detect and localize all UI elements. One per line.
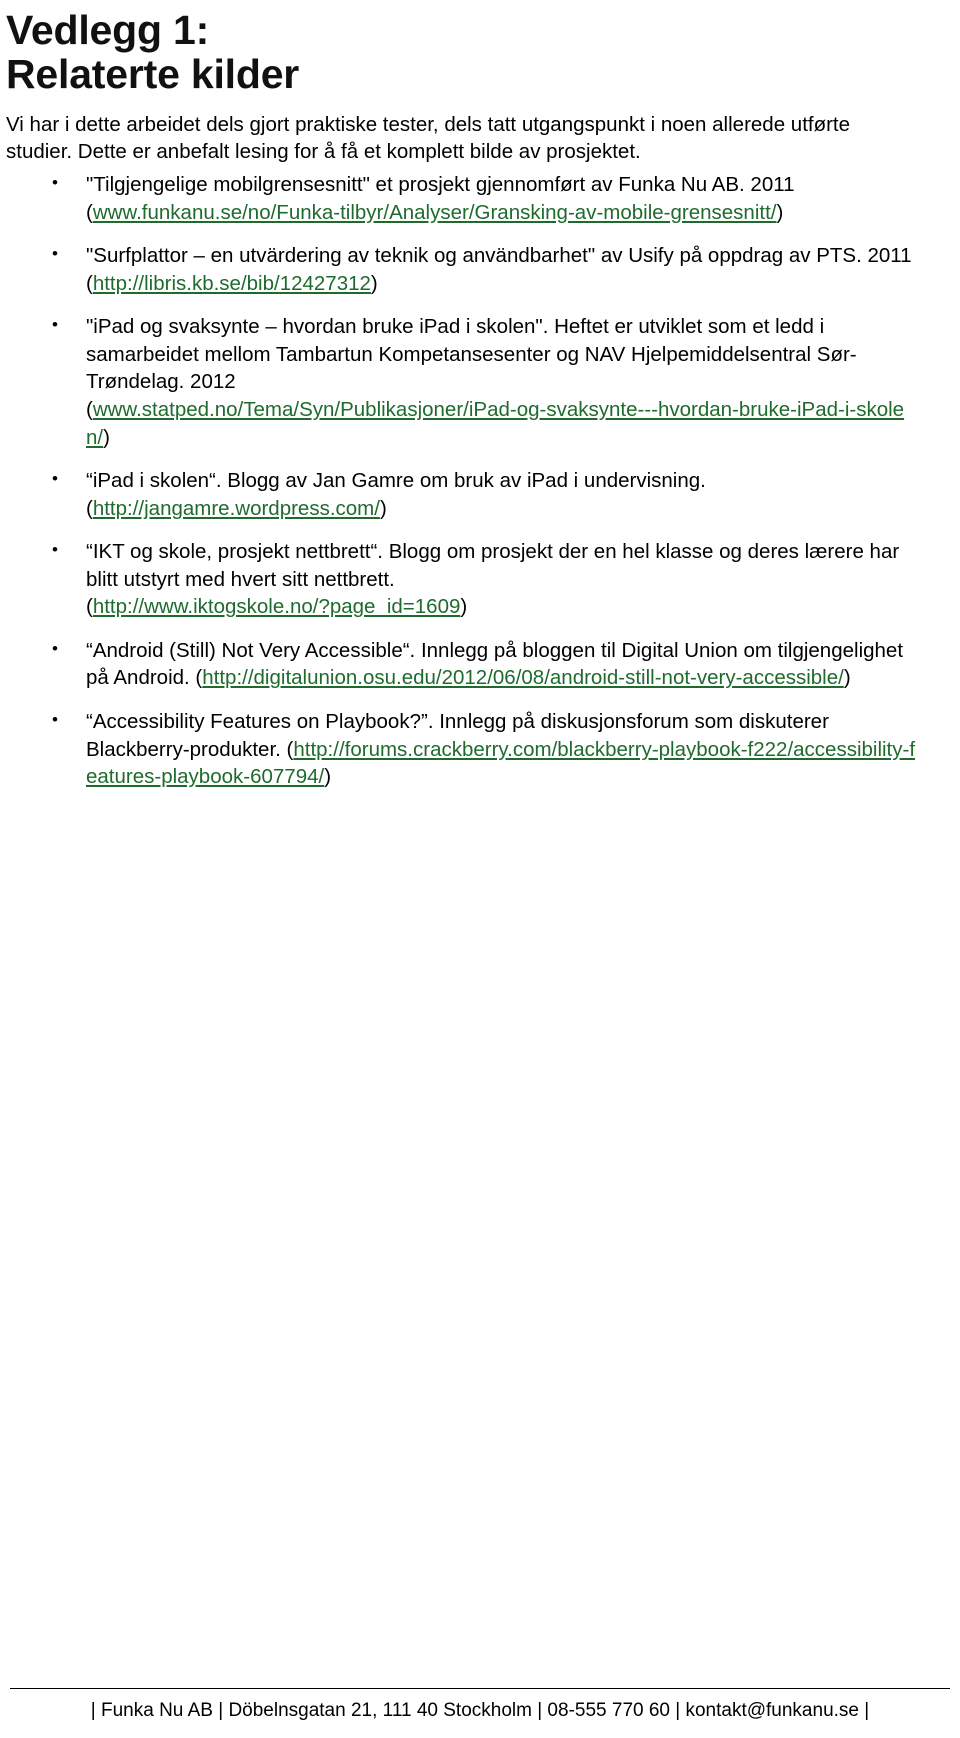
open-paren: ( [86, 496, 93, 520]
open-paren: ( [86, 200, 93, 224]
close-paren: ) [776, 200, 784, 224]
list-item: "Tilgjengelige mobilgrensesnitt" et pros… [6, 170, 920, 226]
close-paren: ) [103, 425, 110, 449]
list-item: "iPad og svaksynte – hvordan bruke iPad … [6, 312, 920, 451]
document-content: Vedlegg 1: Relaterte kilder Vi har i det… [0, 0, 960, 791]
source-link[interactable]: http://digitalunion.osu.edu/2012/06/08/a… [202, 666, 844, 689]
footer-contact-info: | Funka Nu AB | Döbelnsgatan 21, 111 40 … [90, 1700, 870, 1722]
list-item: “IKT og skole, prosjekt nettbrett“. Blog… [6, 537, 920, 621]
open-paren: ( [86, 397, 93, 421]
source-link[interactable]: www.funkanu.se/no/Funka-tilbyr/Analyser/… [93, 201, 777, 224]
page-footer: | Funka Nu AB | Döbelnsgatan 21, 111 40 … [0, 1688, 960, 1738]
source-text: "Surfplattor – en utvärdering av teknik … [86, 244, 912, 268]
open-paren: ( [86, 595, 93, 619]
list-item: “iPad i skolen“. Blogg av Jan Gamre om b… [6, 466, 920, 522]
list-item: "Surfplattor – en utvärdering av teknik … [6, 241, 920, 297]
close-paren: ) [379, 496, 387, 520]
source-text: “iPad i skolen“. Blogg av Jan Gamre om b… [86, 469, 706, 493]
open-paren: ( [86, 271, 93, 295]
page-title-line-1: Vedlegg 1: [6, 7, 210, 53]
list-item: “Accessibility Features on Playbook?”. I… [6, 707, 920, 791]
source-link[interactable]: http://libris.kb.se/bib/12427312 [93, 272, 371, 295]
close-paren: ) [324, 765, 332, 789]
page-title-line-2: Relaterte kilder [6, 51, 300, 98]
intro-paragraph: Vi har i dette arbeidet dels gjort prakt… [6, 112, 851, 163]
source-text: “IKT og skole, prosjekt nettbrett“. Blog… [86, 540, 900, 591]
page-title: Vedlegg 1: Relaterte kilder [6, 8, 920, 107]
source-link[interactable]: www.statped.no/Tema/Syn/Publikasjoner/iP… [86, 398, 904, 449]
source-link[interactable]: http://jangamre.wordpress.com/ [93, 497, 380, 520]
close-paren: ) [460, 595, 468, 619]
document-page: Vedlegg 1: Relaterte kilder Vi har i det… [0, 0, 960, 1738]
close-paren: ) [370, 271, 378, 295]
close-paren: ) [843, 666, 851, 690]
source-text: "iPad og svaksynte – hvordan bruke iPad … [86, 315, 857, 394]
source-text: "Tilgjengelige mobilgrensesnitt" et pros… [86, 173, 795, 197]
source-link[interactable]: http://www.iktogskole.no/?page_id=1609 [93, 595, 461, 618]
footer-divider [10, 1688, 950, 1690]
related-sources-list: "Tilgjengelige mobilgrensesnitt" et pros… [6, 170, 920, 791]
list-item: “Android (Still) Not Very Accessible“. I… [6, 636, 920, 692]
